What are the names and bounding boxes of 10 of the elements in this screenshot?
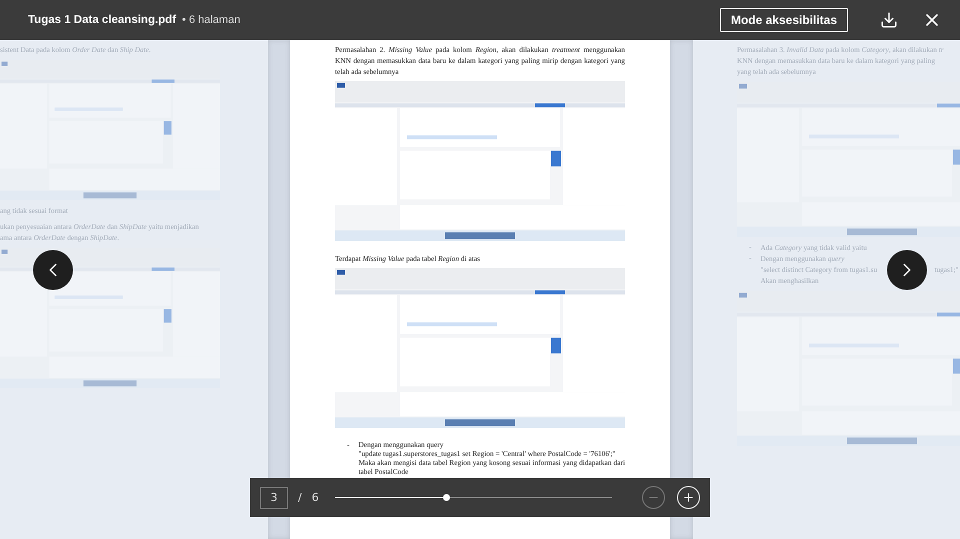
document-title: Tugas 1 Data cleansing.pdf (28, 14, 176, 26)
page-separator: / (298, 491, 302, 504)
plus-icon (682, 491, 695, 504)
zoom-in-button[interactable] (677, 486, 700, 509)
total-pages: 6 (312, 491, 319, 504)
accessibility-mode-button[interactable]: Mode aksesibilitas (720, 8, 848, 32)
slider-thumb[interactable] (442, 494, 450, 501)
page-number-field[interactable]: 3 (260, 486, 288, 508)
page-count: • 6 halaman (182, 14, 240, 26)
download-icon (880, 11, 898, 29)
